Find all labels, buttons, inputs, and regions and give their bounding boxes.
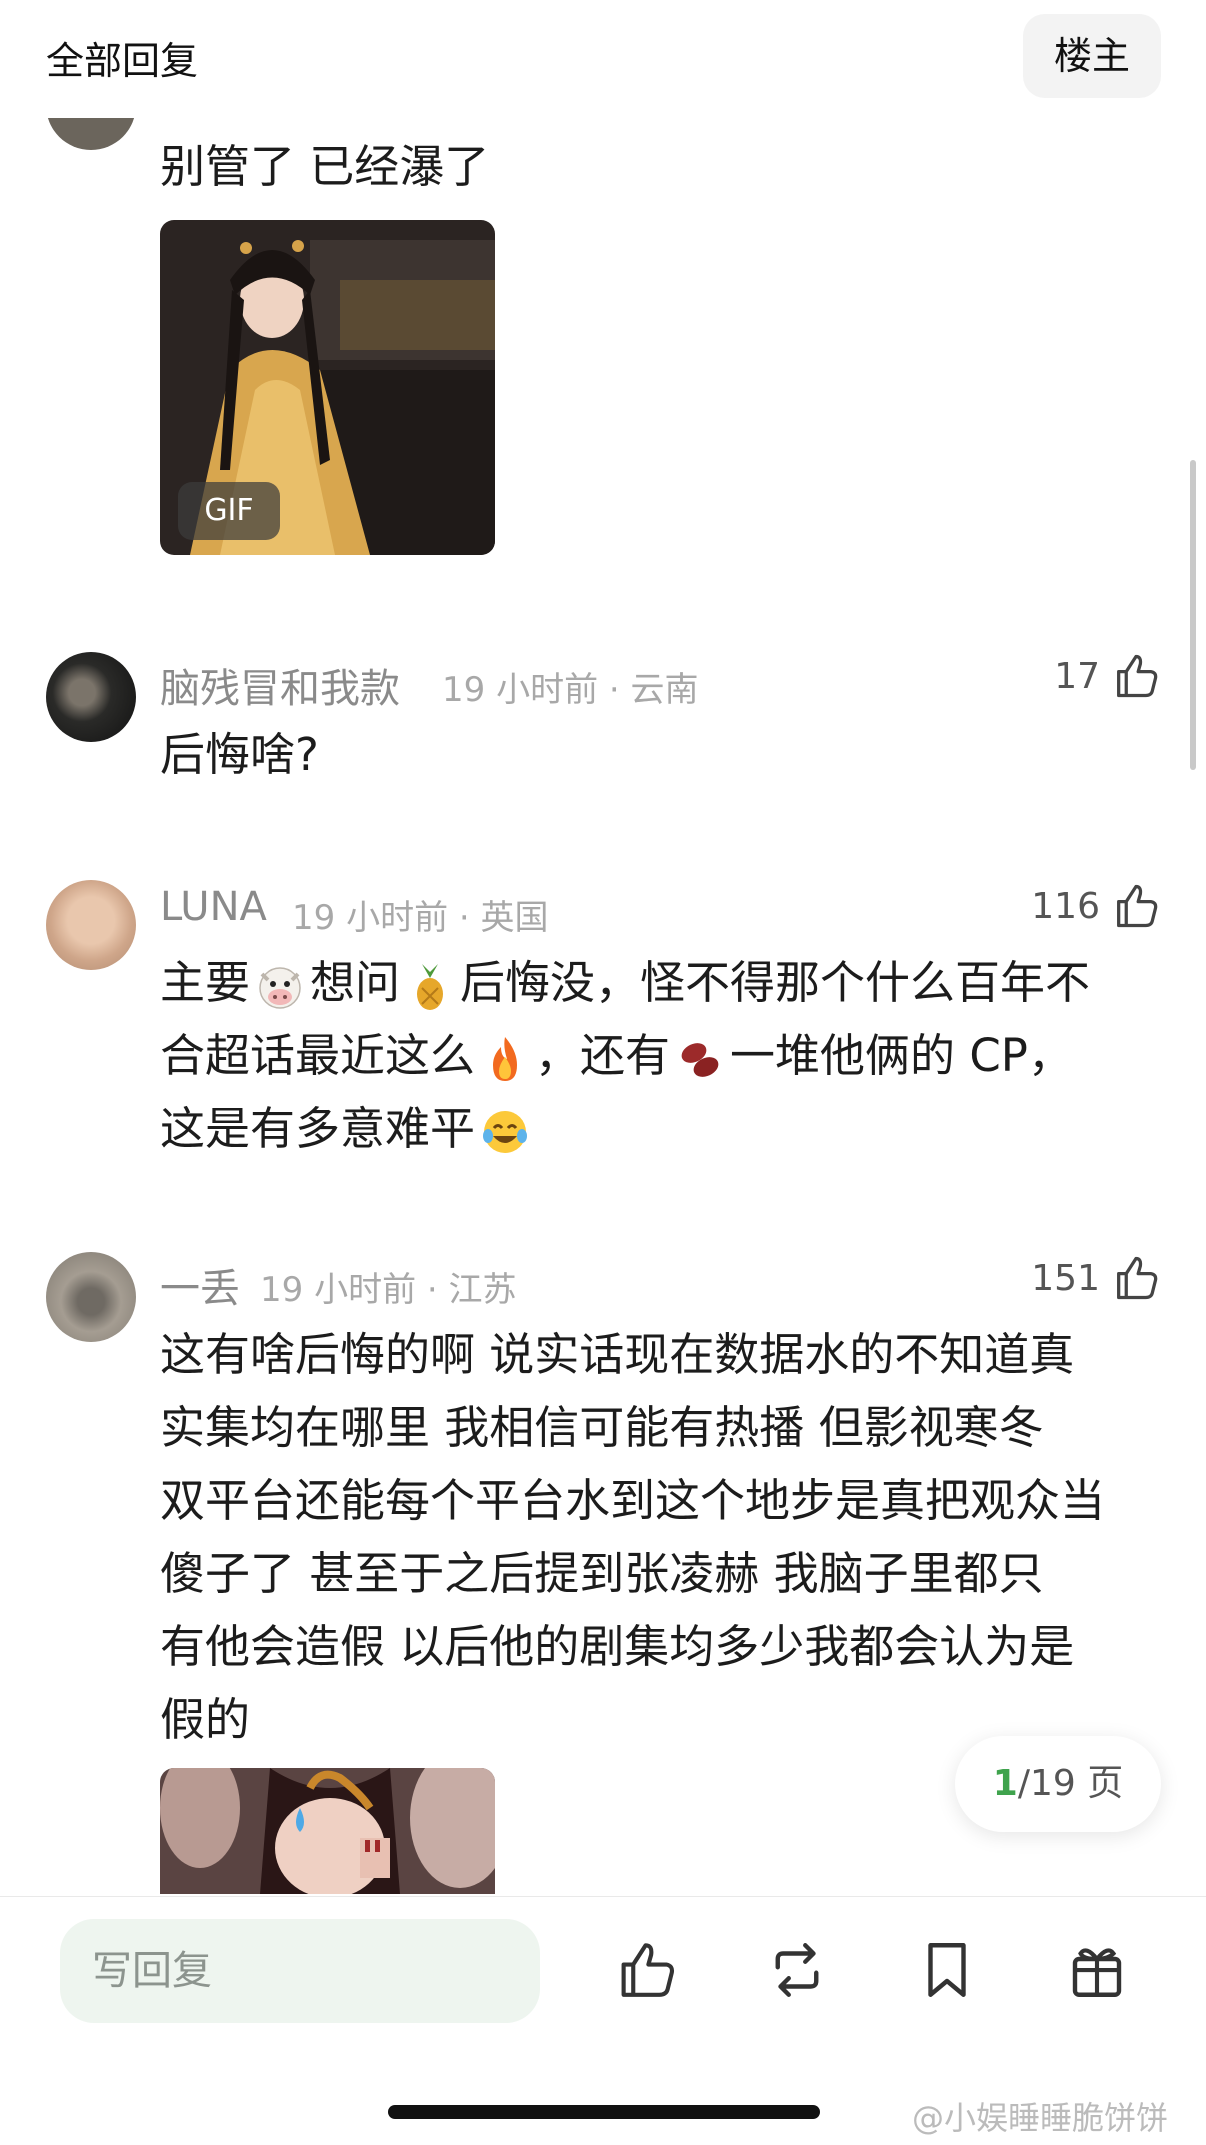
total-pages: /19 页: [1017, 1763, 1124, 1804]
comment-text: 这有啥后悔的啊 说实话现在数据水的不知道真 实集均在哪里 我相信可能有热播 但影…: [160, 1318, 1170, 1756]
top-header: 全部回复 楼主: [0, 0, 1206, 118]
text-segment: 一堆他俩的 CP，: [730, 1029, 1073, 1082]
text-segment: 这是有多意难平: [160, 1102, 476, 1155]
like-button[interactable]: 151: [1031, 1252, 1162, 1304]
bookmark-icon[interactable]: [914, 1937, 980, 2003]
op-filter-button[interactable]: 楼主: [1023, 14, 1161, 98]
text-segment: 后悔没，怪不得那个什么百年不: [460, 956, 1091, 1009]
page-title: 全部回复: [46, 39, 199, 83]
like-count: 151: [1031, 1257, 1100, 1299]
beans-emoji-icon: [681, 1043, 719, 1077]
thumb-up-icon: [1117, 654, 1158, 698]
username[interactable]: 一丢: [160, 1256, 240, 1314]
comment-image[interactable]: [160, 1768, 495, 1894]
thumb-up-icon[interactable]: [614, 1937, 680, 2003]
comment-meta: 19 小时前 · 云南: [442, 670, 699, 710]
reply-input[interactable]: 写回复: [60, 1919, 540, 2023]
text-segment: 主要: [160, 956, 251, 1009]
text-line: 合超话最近这么 ，还有 一堆他俩的 CP，: [160, 1019, 1170, 1092]
text-line: 主要 想问 后悔没，怪不得那个什么百年不: [160, 946, 1170, 1019]
like-count: 116: [1031, 885, 1100, 927]
watermark: @小娱睡睡脆饼饼: [912, 2099, 1169, 2137]
username[interactable]: LUNA: [160, 884, 267, 930]
page-indicator[interactable]: 1/19 页: [955, 1736, 1161, 1832]
avatar[interactable]: [46, 652, 136, 742]
fire-emoji-icon: [493, 1037, 518, 1081]
pineapple-emoji-icon: [417, 964, 444, 1010]
comment-text: 别管了 已经瀑了: [160, 140, 490, 193]
home-indicator[interactable]: [388, 2105, 820, 2119]
like-button[interactable]: 116: [1031, 880, 1162, 932]
comment-text: 主要 想问 后悔没，怪不得那个什么百年不 合超话最近这么 ，还有 一堆他俩的 CP， 这…: [160, 946, 1170, 1165]
avatar[interactable]: [46, 1252, 136, 1342]
text-segment: 想问: [310, 956, 401, 1009]
text-segment: 合超话最近这么: [160, 1029, 476, 1082]
bottom-action-bar: 写回复 @小娱睡睡脆饼饼: [0, 1896, 1206, 2145]
comment-meta: 19 小时前 · 英国: [292, 898, 549, 938]
comment-text: 后悔啥?: [160, 728, 319, 781]
comment-meta: 19 小时前 · 江苏: [260, 1270, 517, 1310]
text-line: 双平台还能每个平台水到这个地步是真把观众当: [160, 1474, 1106, 1527]
gif-badge: GIF: [178, 482, 280, 540]
text-line: 这有啥后悔的啊 说实话现在数据水的不知道真: [160, 1328, 1075, 1381]
gift-icon[interactable]: [1064, 1937, 1130, 2003]
username[interactable]: 脑残冒和我款: [160, 656, 400, 714]
like-button[interactable]: 17: [1054, 650, 1162, 702]
thumb-up-icon: [1117, 1256, 1158, 1300]
current-page: 1: [992, 1763, 1018, 1804]
text-line: 实集均在哪里 我相信可能有热播 但影视寒冬: [160, 1401, 1044, 1454]
avatar[interactable]: [46, 880, 136, 970]
image-thumbnail-art: [160, 1768, 495, 1894]
text-line: 有他会造假 以后他的剧集均多少我都会认为是: [160, 1620, 1075, 1673]
repost-icon[interactable]: [764, 1937, 830, 2003]
tears-of-joy-emoji-icon: [483, 1111, 528, 1153]
text-segment: ，还有: [535, 1029, 671, 1082]
gif-image[interactable]: GIF: [160, 220, 495, 555]
like-count: 17: [1054, 655, 1100, 697]
thumb-up-icon: [1117, 884, 1158, 928]
scrollbar[interactable]: [1190, 460, 1196, 770]
cow-emoji-icon: [259, 967, 301, 1009]
text-line: 这是有多意难平: [160, 1092, 1170, 1165]
text-line: 傻子了 甚至于之后提到张凌赫 我脑子里都只: [160, 1547, 1044, 1600]
